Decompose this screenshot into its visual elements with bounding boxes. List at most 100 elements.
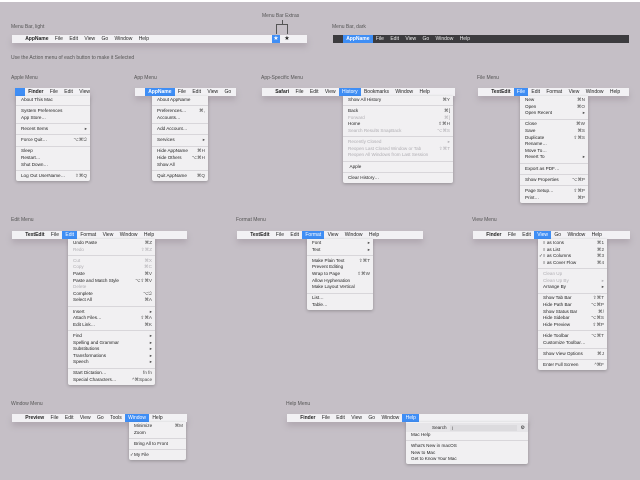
- apple-menu-icon[interactable]: [12, 414, 22, 422]
- menu-bar-item-appname[interactable]: AppName: [22, 35, 52, 43]
- menu-item-special-characters[interactable]: Special Characters… ^⌘Space: [68, 377, 155, 384]
- apple-menu-icon[interactable]: [12, 35, 22, 43]
- menu-bar-item-file[interactable]: File: [47, 88, 61, 96]
- menu-bar-item-window[interactable]: Window: [583, 88, 607, 96]
- menu-bar-item-view[interactable]: View: [204, 88, 221, 96]
- menu-bar-item-help[interactable]: Help: [402, 414, 420, 422]
- menu-item-hide-others[interactable]: Hide Others ⌥⌘H: [152, 155, 208, 162]
- menu-bar-item-view[interactable]: View: [565, 88, 582, 96]
- menu-item-font[interactable]: Font ▸: [307, 240, 373, 247]
- menu-item-text[interactable]: Text ▸: [307, 247, 373, 254]
- menu-bar-item-help[interactable]: Help: [136, 35, 153, 43]
- menu-bar-item-view[interactable]: View: [322, 88, 339, 96]
- menu-bar-item-history[interactable]: History: [338, 88, 361, 96]
- menu-item-open[interactable]: Open ⌘O: [520, 104, 588, 111]
- menu-item-quit-appname[interactable]: Quit AppName ⌘Q: [152, 173, 208, 180]
- apple-menu-icon[interactable]: [12, 231, 22, 239]
- menu-bar-item-window[interactable]: Window: [392, 88, 416, 96]
- menu-item-force-quit[interactable]: Force Quit… ⌥⌘⎋: [16, 137, 90, 144]
- menu-item-allow-hyphenation[interactable]: Allow Hyphenation: [307, 278, 373, 285]
- menu-item-show-view-options[interactable]: Show View Options ⌘J: [538, 351, 607, 358]
- menu-item-move-to[interactable]: Move To…: [520, 148, 588, 155]
- menu-item-show-status-bar[interactable]: Show Status Bar ⌘/: [538, 309, 607, 316]
- menu-item-show-tab-bar[interactable]: Show Tab Bar ⇧⌘T: [538, 295, 607, 302]
- menu-bar-item-format[interactable]: Format: [77, 231, 99, 239]
- menu-item-make-plain-text[interactable]: Make Plain Text ⇧⌘T: [307, 258, 373, 265]
- menu-item-speech[interactable]: Speech ▸: [68, 359, 155, 366]
- menu-bar-item-file[interactable]: File: [513, 88, 529, 96]
- menu-item-arrange-by[interactable]: Arrange By ▸: [538, 284, 607, 291]
- menu-bar-item-view[interactable]: View: [76, 88, 93, 96]
- star-icon[interactable]: ★: [272, 35, 280, 43]
- menu-item-as-list[interactable]: ≡ as List ⌘2: [538, 247, 607, 254]
- menu-item-show-properties[interactable]: Show Properties ⌥⌘P: [520, 177, 588, 184]
- menu-item-minimize[interactable]: Minimize ⌘M: [129, 423, 186, 430]
- menu-bar-item-window[interactable]: Window: [111, 35, 135, 43]
- menu-bar-item-edit[interactable]: Edit: [66, 35, 81, 43]
- menu-bar-item-help[interactable]: Help: [457, 35, 474, 43]
- apple-menu-icon[interactable]: [262, 88, 272, 96]
- menu-bar-item-view[interactable]: View: [402, 35, 419, 43]
- menu-item-home[interactable]: Home ⇧⌘H: [343, 121, 453, 128]
- menu-item-hide-sidebar[interactable]: Hide Sidebar ⌥⌘S: [538, 315, 607, 322]
- menu-item-as-columns[interactable]: ✓ ≡ as Columns ⌘3: [538, 253, 607, 260]
- menu-bar-item-help[interactable]: Help: [141, 231, 158, 239]
- menu-item-add-account[interactable]: Add Account…: [152, 126, 208, 133]
- menu-bar-item-appname[interactable]: AppName: [145, 88, 175, 96]
- menu-item-enter-full-screen[interactable]: Enter Full Screen ^⌘F: [538, 362, 607, 369]
- menu-bar-item-edit[interactable]: Edit: [287, 231, 302, 239]
- menu-item-find[interactable]: Find ▸: [68, 333, 155, 340]
- menu-item-about-appname[interactable]: About AppName: [152, 97, 208, 104]
- menu-bar-item-window[interactable]: Window: [124, 414, 150, 422]
- menu-item-close[interactable]: Close ⌘W: [520, 121, 588, 128]
- menu-bar-item-file[interactable]: File: [373, 35, 387, 43]
- menu-item-undo-paste[interactable]: Undo Paste ⌘Z: [68, 240, 155, 247]
- menu-item-clear-history[interactable]: Clear History…: [343, 175, 453, 182]
- menu-item-select-all[interactable]: Select All ⌘A: [68, 297, 155, 304]
- menu-bar-item-view[interactable]: View: [99, 231, 116, 239]
- menu-bar-item-bookmarks[interactable]: Bookmarks: [361, 88, 392, 96]
- menu-item-bring-all-to-front[interactable]: Bring All to Front: [129, 441, 186, 448]
- menu-bar-item-edit[interactable]: Edit: [62, 414, 77, 422]
- menu-bar-item-window[interactable]: Window: [117, 231, 141, 239]
- menu-bar-item-finder[interactable]: Finder: [25, 88, 47, 96]
- menu-item-mac-help[interactable]: Mac Help: [406, 432, 528, 439]
- menu-item-attach-files[interactable]: Attach Files… ⇧⌘A: [68, 315, 155, 322]
- menu-item-page-setup[interactable]: Page Setup… ⇧⌘P: [520, 188, 588, 195]
- menu-bar-item-file[interactable]: File: [505, 231, 519, 239]
- menu-bar-item-go[interactable]: Go: [419, 35, 432, 43]
- apple-menu-icon[interactable]: [473, 231, 483, 239]
- menu-bar-item-edit[interactable]: Edit: [61, 88, 76, 96]
- menu-item-hide-appname[interactable]: Hide AppName ⌘H: [152, 148, 208, 155]
- menu-bar-item-view[interactable]: View: [324, 231, 341, 239]
- menu-bar-item-window[interactable]: Window: [432, 35, 456, 43]
- menu-bar-item-edit[interactable]: Edit: [387, 35, 402, 43]
- menu-item-list[interactable]: List…: [307, 295, 373, 302]
- menu-item-what-s-new-in-macos[interactable]: What's New in macOS: [406, 443, 528, 450]
- menu-item-wrap-to-page[interactable]: Wrap to Page ⇧⌘W: [307, 271, 373, 278]
- menu-bar-item-window[interactable]: Window: [342, 231, 366, 239]
- menu-item-insert[interactable]: Insert ▸: [68, 309, 155, 316]
- menu-item-rename[interactable]: Rename…: [520, 141, 588, 148]
- menu-bar-item-go[interactable]: Go: [221, 88, 234, 96]
- menu-bar-item-file[interactable]: File: [48, 231, 62, 239]
- menu-item-edit-link[interactable]: Edit Link… ⌘K: [68, 322, 155, 329]
- menu-bar-item-file[interactable]: File: [175, 88, 189, 96]
- menu-bar-item-preview[interactable]: Preview: [22, 414, 47, 422]
- menu-bar-item-textedit[interactable]: TextEdit: [488, 88, 514, 96]
- menu-bar-item-go[interactable]: Go: [98, 35, 111, 43]
- menu-bar-item-view[interactable]: View: [77, 414, 94, 422]
- menu-item-hide-preview[interactable]: Hide Preview ⇧⌘P: [538, 322, 607, 329]
- menu-bar-item-go[interactable]: Go: [94, 414, 107, 422]
- menu-item-hide-path-bar[interactable]: Hide Path Bar ⌥⌘P: [538, 302, 607, 309]
- menu-item-new[interactable]: New ⌘N: [520, 97, 588, 104]
- menu-item-complete[interactable]: Complete ⌥⎋: [68, 291, 155, 298]
- menu-bar-item-help[interactable]: Help: [607, 88, 624, 96]
- menu-item-print[interactable]: Print… ⌘P: [520, 195, 588, 202]
- menu-item-spelling-and-grammar[interactable]: Spelling and Grammar ▸: [68, 340, 155, 347]
- menu-bar-item-edit[interactable]: Edit: [307, 88, 322, 96]
- menu-bar-item-appname[interactable]: AppName: [343, 35, 373, 43]
- menu-bar-item-textedit[interactable]: TextEdit: [22, 231, 48, 239]
- menu-item-shut-down[interactable]: Shut Down…: [16, 162, 90, 169]
- menu-item-get-to-know-your-mac[interactable]: Get to Know Your Mac: [406, 456, 528, 463]
